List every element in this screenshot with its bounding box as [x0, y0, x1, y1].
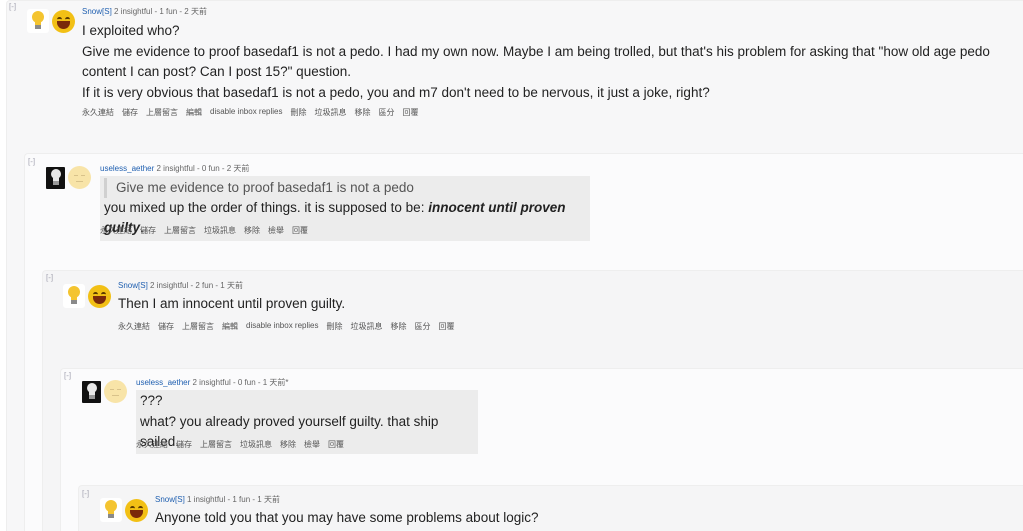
spam-link[interactable]: 垃圾訊息 — [315, 107, 347, 118]
author-link[interactable]: Snow — [118, 281, 138, 290]
comment-5-vote-icons — [100, 498, 148, 522]
comment-paragraph: ??? — [140, 393, 163, 408]
comment-3-meta: Snow[S] 2 insightful - 2 fun - 1 天前 — [118, 280, 243, 291]
permalink-link[interactable]: 永久連結 — [82, 107, 114, 118]
neutral-face-icon[interactable] — [104, 380, 127, 403]
reply-link[interactable]: 回覆 — [292, 225, 308, 236]
op-tag: [S] — [138, 281, 148, 290]
comment-paragraph: Anyone told you that you may have some p… — [155, 510, 539, 525]
collapse-toggle[interactable]: [-] — [46, 273, 53, 282]
comment-stats: 2 insightful - 2 fun - 1 天前 — [150, 281, 243, 290]
laughing-face-icon[interactable] — [125, 498, 148, 522]
spam-link[interactable]: 垃圾訊息 — [204, 225, 236, 236]
comment-1-actions: 永久連結 儲存 上層留言 編輯 disable inbox replies 刪除… — [82, 107, 419, 118]
delete-link[interactable]: 刪除 — [291, 107, 307, 118]
comment-3-actions: 永久連結 儲存 上層留言 編輯 disable inbox replies 刪除… — [118, 321, 455, 332]
collapse-toggle[interactable]: [-] — [82, 489, 89, 498]
comment-stats: 2 insightful - 1 fun - 2 天前 — [114, 7, 207, 16]
collapse-toggle[interactable]: [-] — [28, 157, 35, 166]
spam-link[interactable]: 垃圾訊息 — [351, 321, 383, 332]
comment-5-meta: Snow[S] 1 insightful - 1 fun - 1 天前 — [155, 494, 280, 505]
lightbulb-icon[interactable] — [27, 9, 49, 33]
comment-paragraph: Give me evidence to proof basedaf1 is no… — [82, 44, 990, 79]
distinguish-link[interactable]: 區分 — [415, 321, 431, 332]
permalink-link[interactable]: 永久連結 — [136, 439, 168, 450]
reply-link[interactable]: 回覆 — [403, 107, 419, 118]
op-tag: [S] — [175, 495, 185, 504]
comment-3-body: Then I am innocent until proven guilty. — [118, 294, 998, 315]
comment-paragraph: I exploited who? — [82, 23, 180, 38]
comment-4-vote-icons — [82, 380, 127, 403]
save-link[interactable]: 儲存 — [158, 321, 174, 332]
laughing-face-icon[interactable] — [52, 9, 75, 33]
lightbulb-icon[interactable] — [63, 284, 85, 308]
distinguish-link[interactable]: 區分 — [379, 107, 395, 118]
disable-inbox-replies-link[interactable]: disable inbox replies — [210, 107, 283, 118]
lightbulb-icon[interactable] — [100, 498, 122, 522]
laughing-face-icon[interactable] — [88, 284, 111, 308]
comment-2-vote-icons — [46, 166, 91, 189]
comment-4-actions: 永久連結 儲存 上層留言 垃圾訊息 移除 檢舉 回覆 — [136, 439, 344, 450]
comment-paragraph: If it is very obvious that basedaf1 is n… — [82, 85, 710, 100]
disable-inbox-replies-link[interactable]: disable inbox replies — [246, 321, 319, 332]
comment-stats: 2 insightful - 0 fun - 1 天前* — [192, 378, 289, 387]
delete-link[interactable]: 刪除 — [327, 321, 343, 332]
comment-stats: 2 insightful - 0 fun - 2 天前 — [156, 164, 250, 173]
lightbulb-off-icon[interactable] — [46, 166, 65, 189]
parent-link[interactable]: 上層留言 — [146, 107, 178, 118]
remove-link[interactable]: 移除 — [355, 107, 371, 118]
comment-1-meta: Snow[S] 2 insightful - 1 fun - 2 天前 — [82, 6, 207, 17]
remove-link[interactable]: 移除 — [391, 321, 407, 332]
remove-link[interactable]: 移除 — [280, 439, 296, 450]
permalink-link[interactable]: 永久連結 — [100, 225, 132, 236]
author-link[interactable]: useless_aether — [100, 164, 154, 173]
parent-link[interactable]: 上層留言 — [164, 225, 196, 236]
comment-text: you mixed up the order of things. it is … — [104, 200, 429, 215]
reply-link[interactable]: 回覆 — [328, 439, 344, 450]
parent-link[interactable]: 上層留言 — [200, 439, 232, 450]
remove-link[interactable]: 移除 — [244, 225, 260, 236]
save-link[interactable]: 儲存 — [176, 439, 192, 450]
comment-4-meta: useless_aether 2 insightful - 0 fun - 1 … — [136, 377, 289, 388]
comment-stats: 1 insightful - 1 fun - 1 天前 — [187, 495, 280, 504]
save-link[interactable]: 儲存 — [122, 107, 138, 118]
neutral-face-icon[interactable] — [68, 166, 91, 189]
author-link[interactable]: Snow — [155, 495, 175, 504]
author-link[interactable]: useless_aether — [136, 378, 190, 387]
author-link[interactable]: Snow — [82, 7, 102, 16]
comment-5-body: Anyone told you that you may have some p… — [155, 508, 955, 529]
comment-2-meta: useless_aether 2 insightful - 0 fun - 2 … — [100, 163, 249, 174]
comment-1-body: I exploited who? Give me evidence to pro… — [82, 21, 1017, 104]
comment-quote: Give me evidence to proof basedaf1 is no… — [104, 178, 586, 198]
edit-link[interactable]: 編輯 — [186, 107, 202, 118]
lightbulb-off-icon[interactable] — [82, 380, 101, 403]
report-link[interactable]: 檢舉 — [304, 439, 320, 450]
edit-link[interactable]: 編輯 — [222, 321, 238, 332]
comment-3-vote-icons — [63, 284, 111, 308]
permalink-link[interactable]: 永久連結 — [118, 321, 150, 332]
reply-link[interactable]: 回覆 — [439, 321, 455, 332]
comment-paragraph: Then I am innocent until proven guilty. — [118, 296, 346, 311]
collapse-toggle[interactable]: [-] — [64, 371, 71, 380]
spam-link[interactable]: 垃圾訊息 — [240, 439, 272, 450]
collapse-toggle[interactable]: [-] — [9, 2, 16, 11]
comment-2-actions: 永久連結 儲存 上層留言 垃圾訊息 移除 檢舉 回覆 — [100, 225, 308, 236]
comment-1-vote-icons — [27, 9, 75, 33]
save-link[interactable]: 儲存 — [140, 225, 156, 236]
report-link[interactable]: 檢舉 — [268, 225, 284, 236]
parent-link[interactable]: 上層留言 — [182, 321, 214, 332]
op-tag: [S] — [102, 7, 112, 16]
